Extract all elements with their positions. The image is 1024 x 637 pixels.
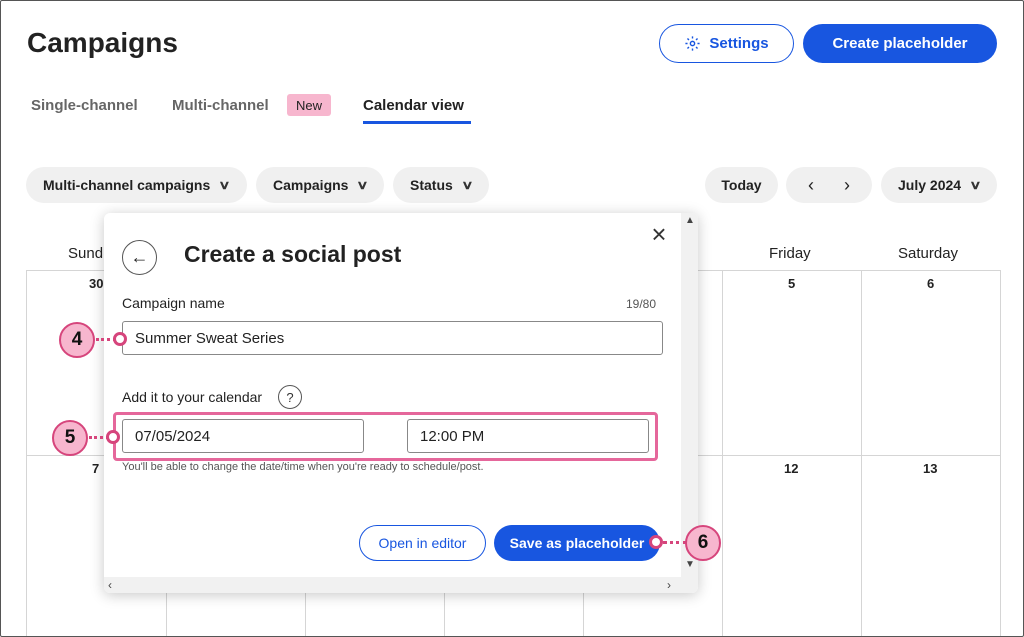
create-social-post-modal: ← Create a social post × Campaign name 1… xyxy=(104,213,698,593)
callout-anchor-dot xyxy=(106,430,120,444)
month-dropdown[interactable]: July 2024 ∨ xyxy=(881,167,997,203)
day-cell-number: 5 xyxy=(788,276,796,291)
multichannel-filter-dropdown[interactable]: Multi-channel campaigns ∨ xyxy=(26,167,247,203)
month-label: July 2024 xyxy=(898,177,962,193)
close-icon[interactable]: × xyxy=(648,221,670,247)
day-cell-number: 6 xyxy=(927,276,935,291)
scroll-down-icon[interactable]: ▼ xyxy=(685,559,695,570)
gear-icon xyxy=(685,36,700,51)
create-placeholder-button[interactable]: Create placeholder xyxy=(803,24,997,63)
callout-anchor-dot xyxy=(113,332,127,346)
day-cell-number: 13 xyxy=(923,461,938,476)
date-time-highlight xyxy=(113,412,658,461)
chevron-right-icon[interactable]: › xyxy=(844,175,850,196)
open-in-editor-button[interactable]: Open in editor xyxy=(359,525,486,561)
day-cell-number: 12 xyxy=(784,461,799,476)
modal-title: Create a social post xyxy=(184,241,402,267)
campaigns-filter-label: Campaigns xyxy=(273,177,349,193)
app-frame: Campaigns Settings Create placeholder Si… xyxy=(0,0,1024,637)
chevron-down-icon: ∨ xyxy=(461,178,474,192)
campaign-name-label: Campaign name xyxy=(122,295,225,311)
settings-button[interactable]: Settings xyxy=(659,24,794,63)
chevron-down-icon: ∨ xyxy=(356,178,370,192)
horizontal-scrollbar[interactable]: ‹ › xyxy=(104,577,698,593)
day-header-saturday: Saturday xyxy=(898,245,959,262)
multichannel-filter-label: Multi-channel campaigns xyxy=(43,177,211,193)
day-cell-number: 7 xyxy=(92,461,100,476)
status-filter-dropdown[interactable]: Status ∨ xyxy=(393,167,489,203)
grid-divider xyxy=(861,270,862,636)
page-title: Campaigns xyxy=(27,27,178,58)
tab-calendar-view[interactable]: Calendar view xyxy=(363,97,464,114)
day-cell-number: 30 xyxy=(89,276,104,291)
month-nav: ‹ › xyxy=(786,167,872,203)
settings-label: Settings xyxy=(709,35,769,52)
chevron-down-icon: ∨ xyxy=(218,178,231,192)
scroll-up-icon[interactable]: ▲ xyxy=(685,215,695,226)
new-badge: New xyxy=(287,94,331,116)
grid-divider xyxy=(1000,270,1001,636)
chevron-down-icon: ∨ xyxy=(969,178,982,192)
tab-single-channel[interactable]: Single-channel xyxy=(31,97,138,114)
callout-5-marker: 5 xyxy=(52,420,88,456)
campaigns-filter-dropdown[interactable]: Campaigns ∨ xyxy=(256,167,384,203)
status-filter-label: Status xyxy=(410,177,453,193)
tab-multi-channel[interactable]: Multi-channel xyxy=(172,97,269,114)
day-header-friday: Friday xyxy=(769,245,811,262)
campaign-name-input[interactable]: Summer Sweat Series xyxy=(122,321,663,355)
scroll-left-icon[interactable]: ‹ xyxy=(108,578,112,592)
back-arrow-icon[interactable]: ← xyxy=(122,240,157,275)
today-button[interactable]: Today xyxy=(705,167,778,203)
schedule-hint: You'll be able to change the date/time w… xyxy=(122,461,484,473)
vertical-scrollbar[interactable]: ▲ ▼ xyxy=(681,213,698,577)
save-as-placeholder-button[interactable]: Save as placeholder xyxy=(494,525,660,561)
grid-divider xyxy=(722,270,723,636)
scroll-right-icon[interactable]: › xyxy=(667,578,671,592)
callout-anchor-dot xyxy=(649,535,663,549)
day-header-sunday: Sund xyxy=(68,245,104,262)
help-icon[interactable]: ? xyxy=(278,385,302,409)
active-tab-indicator xyxy=(363,121,471,124)
chevron-left-icon[interactable]: ‹ xyxy=(808,175,814,196)
character-counter: 19/80 xyxy=(626,297,657,311)
calendar-label: Add it to your calendar xyxy=(122,389,263,405)
callout-connector xyxy=(663,541,687,544)
callout-6-marker: 6 xyxy=(685,525,721,561)
callout-4-marker: 4 xyxy=(59,322,95,358)
